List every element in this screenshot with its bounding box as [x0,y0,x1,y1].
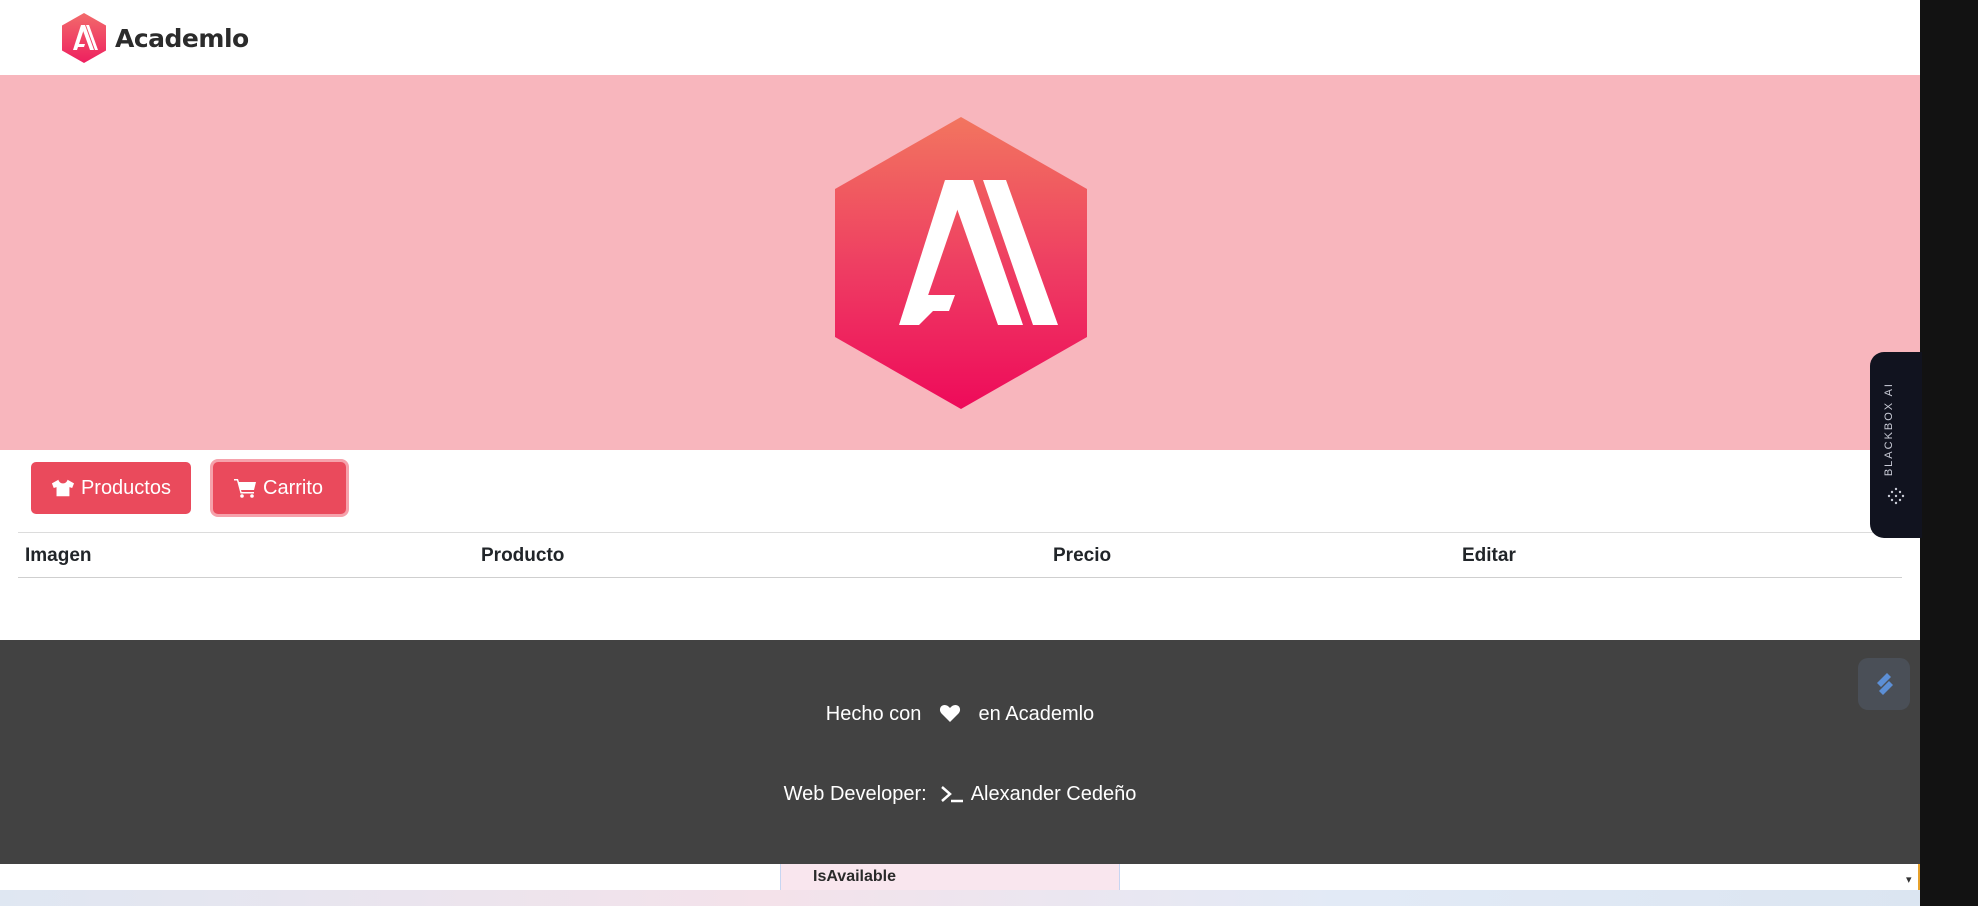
made-at-text: en Academlo [978,703,1095,725]
blackbox-side-panel[interactable]: BLACKBOX AI [1870,352,1922,538]
column-header-editar: Editar [1462,545,1516,566]
productos-label: Productos [80,476,171,499]
edge-accent [1918,864,1920,890]
blackbox-dots-icon [1887,487,1905,505]
terminal-prompt-icon [941,786,964,803]
blackbox-label: BLACKBOX AI [1883,382,1895,477]
column-header-precio: Precio [1053,545,1112,566]
productos-button[interactable]: Productos [31,462,191,514]
window-edge [1920,0,1978,906]
academlo-hex-logo-icon [835,117,1087,409]
taskbar [0,890,1920,906]
footer-developer: Web Developer: Alexander Cedeño [0,783,1920,806]
brand-name: Academlo [115,23,249,53]
developer-label: Web Developer: [783,783,927,805]
shirt-icon [51,479,75,497]
devtools-field-cell[interactable]: IsAvailable [780,864,1120,890]
extension-logo-icon [1877,673,1893,695]
hero-banner [0,75,1920,450]
brand-link[interactable]: Academlo [61,12,249,64]
cart-table-header: Imagen Producto Precio Editar [18,532,1902,578]
floating-extension-button[interactable] [1858,658,1910,710]
column-header-producto: Producto [481,545,565,566]
made-with-text: Hecho con [825,703,922,725]
devtools-field-label: IsAvailable [813,868,897,885]
page: Academlo Productos Carrito Imagen Produc… [0,0,1920,906]
dropdown-arrow-icon[interactable]: ▾ [1906,873,1912,886]
heart-icon [939,705,961,722]
carrito-label: Carrito [263,476,324,499]
devtools-strip: IsAvailable ▾ [0,864,1920,890]
carrito-button[interactable]: Carrito [213,462,346,514]
footer: Hecho con en Academlo Web Developer: Ale… [0,640,1920,865]
footer-made-with: Hecho con en Academlo [0,703,1920,726]
column-header-imagen: Imagen [25,545,92,566]
navbar: Academlo [0,0,1920,75]
cart-icon [234,479,256,498]
developer-name-link[interactable]: Alexander Cedeño [971,783,1137,805]
academlo-logo-icon [62,13,106,63]
